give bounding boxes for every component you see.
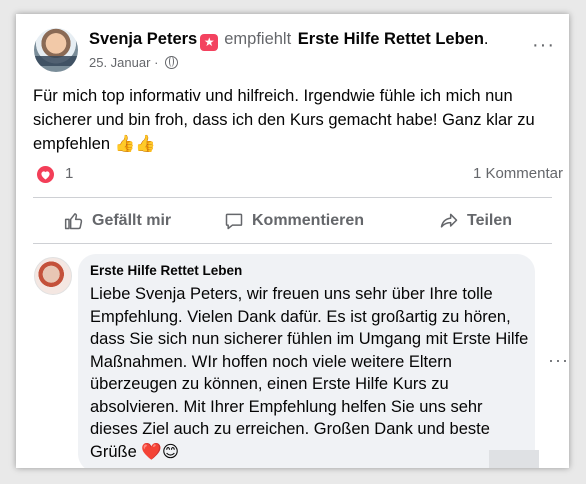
recommend-badge-icon: ★ (200, 34, 219, 51)
recommend-word: empfiehlt (224, 30, 292, 48)
thumbs-up-icon (64, 213, 83, 230)
page-name-suffix: . (483, 30, 489, 48)
post-more-options-icon[interactable]: ··· (532, 35, 555, 55)
comment-bubble: Erste Hilfe Rettet Leben Liebe Svenja Pe… (78, 254, 535, 468)
date-separator: · (154, 55, 159, 70)
post-header: Svenja Peters ★ empfiehlt Erste Hilfe Rett… (89, 30, 489, 51)
comment-label: Kommentieren (252, 212, 365, 229)
comment-button[interactable]: Kommentieren (224, 210, 364, 232)
comment-text: Liebe Svenja Peters, wir freuen uns sehr… (90, 285, 529, 461)
comment-count[interactable]: 1 Kommentar (473, 165, 563, 182)
globe-icon (165, 56, 179, 69)
like-button[interactable]: Gefällt mir (64, 210, 171, 232)
comment-icon (225, 213, 243, 230)
page-name[interactable]: Erste Hilfe Rettet Leben (298, 30, 484, 48)
divider-bottom (33, 243, 552, 244)
heart-reaction-icon[interactable] (35, 164, 56, 185)
share-label: Teilen (467, 212, 513, 229)
post-card: Svenja Peters ★ empfiehlt Erste Hilfe Rett… (16, 14, 569, 468)
post-text: Für mich top informativ und hilfreich. I… (33, 87, 535, 153)
post-meta: 25. Januar · (89, 55, 179, 70)
reaction-count[interactable]: 1 (65, 165, 73, 182)
comment-author[interactable]: Erste Hilfe Rettet Leben (90, 263, 242, 278)
post-date[interactable]: 25. Januar (89, 55, 150, 70)
author-avatar[interactable] (34, 28, 78, 72)
comment-overflow-block (489, 450, 539, 468)
share-icon (440, 213, 458, 228)
share-button[interactable]: Teilen (439, 210, 512, 232)
author-name[interactable]: Svenja Peters (89, 30, 197, 48)
commenter-avatar[interactable] (34, 257, 72, 295)
like-label: Gefällt mir (92, 212, 172, 229)
divider-top (33, 197, 552, 198)
comment-more-options-icon[interactable]: ··· (548, 350, 569, 371)
